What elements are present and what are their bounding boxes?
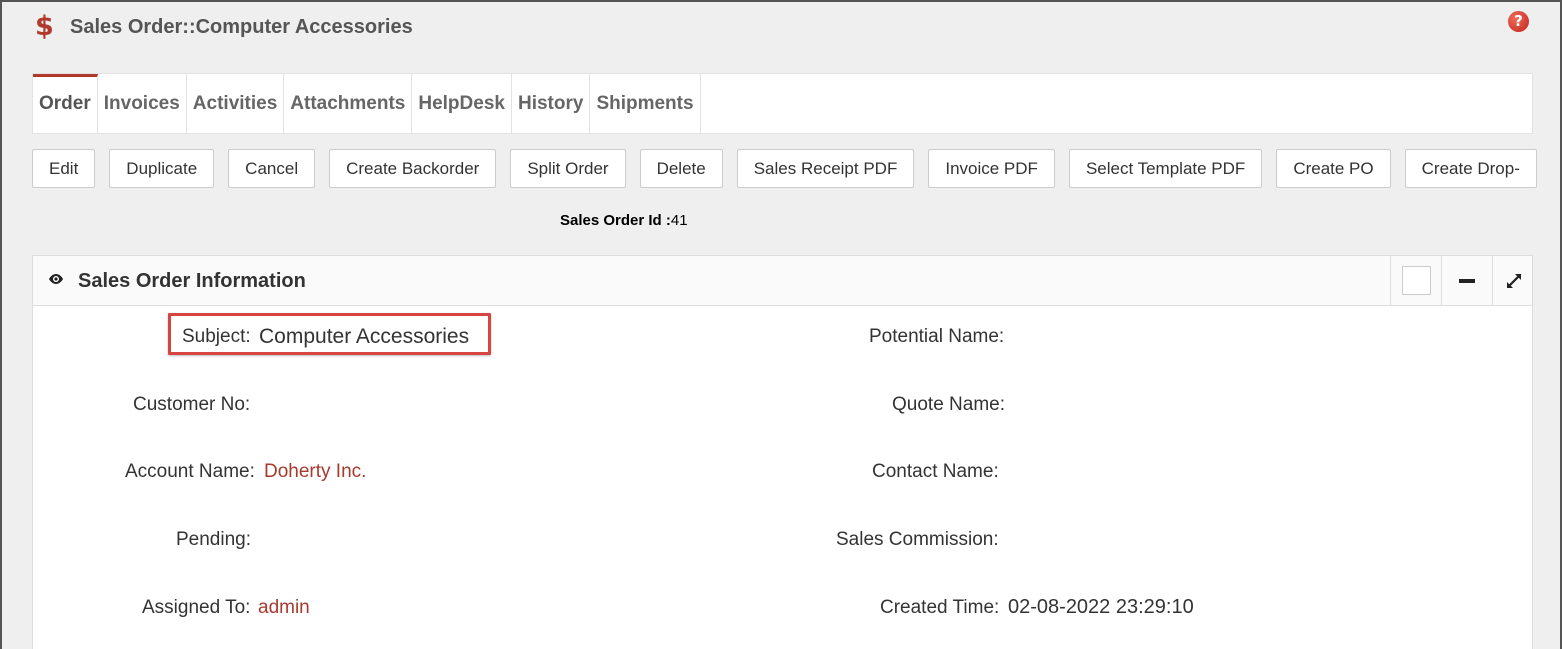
tab-bar: Order Invoices Activities Attachments He… [32,73,1533,134]
panel-minimize-control[interactable] [1441,256,1492,305]
page-header: $ Sales Order::Computer Accessories ? [2,2,1560,62]
tab-order[interactable]: Order [33,74,98,133]
app-window: $ Sales Order::Computer Accessories ? Or… [0,0,1562,649]
panel-title: Sales Order Information [78,270,306,292]
sales-order-id-value: 41 [670,212,688,229]
help-icon[interactable]: ? [1508,11,1529,32]
action-toolbar: Edit Duplicate Cancel Create Backorder S… [32,149,1537,188]
sales-order-id-label: Sales Order Id : [560,212,671,229]
pending-label: Pending: [176,529,252,550]
create-po-button[interactable]: Create PO [1276,149,1391,188]
subject-label: Subject: [182,326,251,347]
cancel-button[interactable]: Cancel [228,149,316,188]
panel-select-control[interactable] [1390,256,1441,305]
checkbox-icon[interactable] [1401,266,1431,295]
split-order-button[interactable]: Split Order [510,149,626,188]
dollar-icon: $ [35,11,54,42]
invoice-pdf-button[interactable]: Invoice PDF [928,149,1055,188]
customer-no-label: Customer No: [133,394,251,415]
create-drop-ship-button[interactable]: Create Drop- [1404,149,1537,188]
tab-helpdesk[interactable]: HelpDesk [412,74,512,133]
sales-order-info-panel: Sales Order Information Subject: Compute… [32,255,1533,649]
sales-order-id: Sales Order Id :41 [560,212,688,229]
eye-icon [49,274,63,284]
tab-attachments[interactable]: Attachments [284,74,413,133]
created-time-value: 02-08-2022 23:29:10 [1008,596,1194,618]
create-backorder-button[interactable]: Create Backorder [329,149,497,188]
potential-name-label: Potential Name: [869,326,1005,347]
tab-history[interactable]: History [512,74,591,133]
panel-expand-control[interactable] [1492,256,1534,305]
select-template-pdf-button[interactable]: Select Template PDF [1068,149,1263,188]
edit-button[interactable]: Edit [32,149,96,188]
delete-button[interactable]: Delete [639,149,723,188]
account-name-link[interactable]: Doherty Inc. [264,461,366,483]
created-time-label: Created Time: [880,597,1000,618]
subject-value: Computer Accessories [259,325,470,348]
sales-receipt-pdf-button[interactable]: Sales Receipt PDF [736,149,915,188]
sales-commission-label: Sales Commission: [836,529,999,550]
quote-name-label: Quote Name: [892,394,1005,415]
assigned-to-link[interactable]: admin [258,597,310,619]
duplicate-button[interactable]: Duplicate [109,149,215,188]
panel-header: Sales Order Information [33,256,1532,306]
tab-invoices[interactable]: Invoices [98,74,187,133]
tab-activities[interactable]: Activities [187,74,285,133]
page-title: Sales Order::Computer Accessories [70,16,413,38]
account-name-label: Account Name: [125,461,255,482]
expand-icon[interactable] [1505,272,1523,290]
assigned-to-label: Assigned To: [142,597,251,618]
tab-shipments[interactable]: Shipments [590,74,701,133]
contact-name-label: Contact Name: [872,461,999,482]
minimize-icon[interactable] [1459,278,1475,283]
